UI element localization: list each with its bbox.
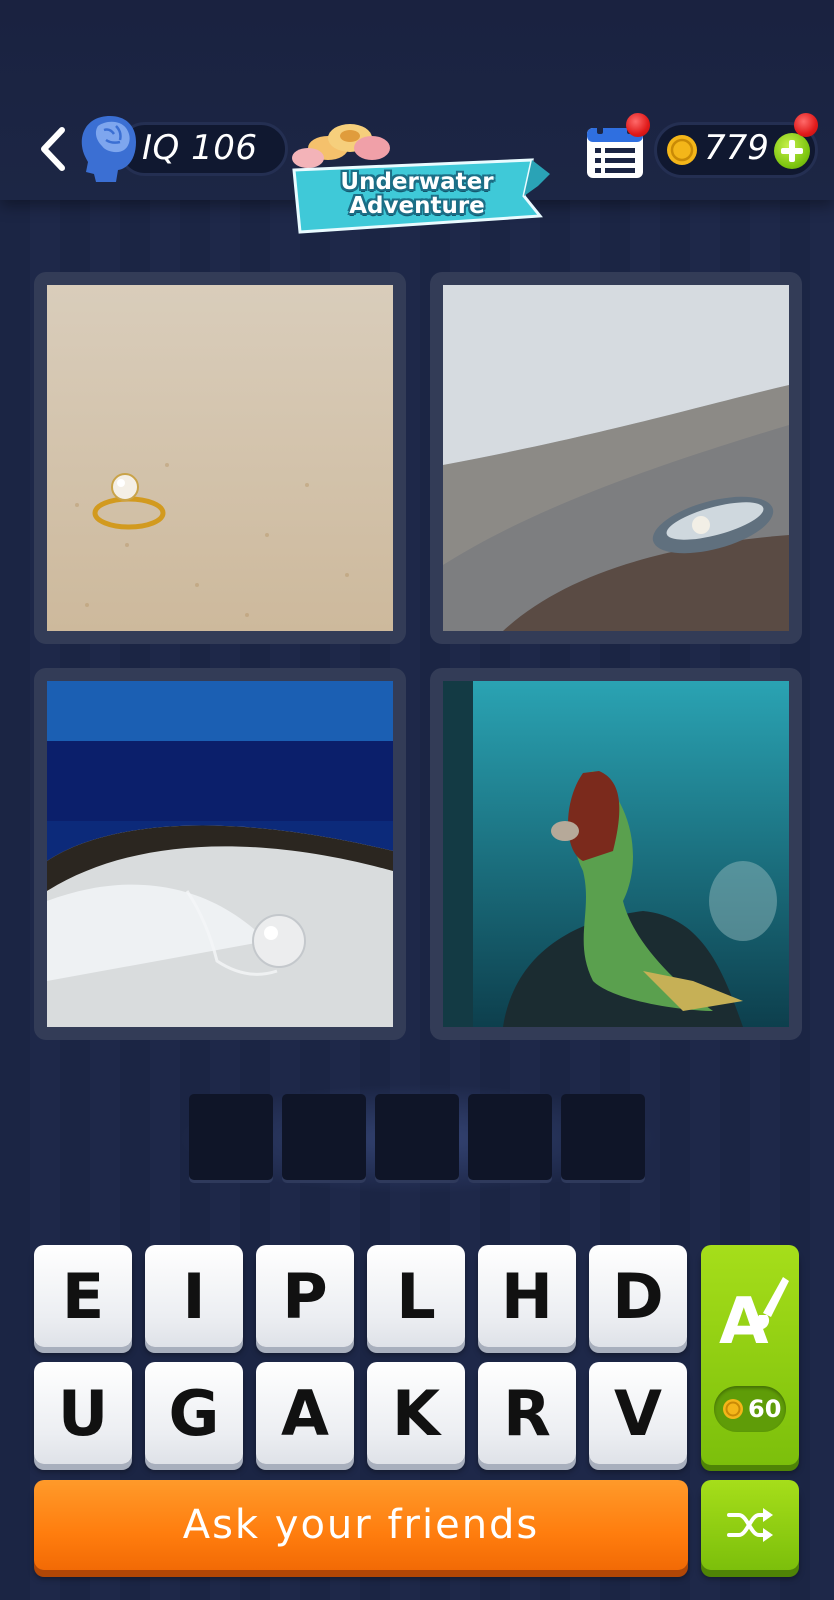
letter-key[interactable]: R — [478, 1362, 576, 1464]
answer-slot-1[interactable] — [189, 1094, 273, 1180]
shuffle-button[interactable] — [701, 1480, 799, 1570]
pearl-ring-image — [47, 285, 393, 631]
brain-head-icon — [76, 112, 140, 184]
back-button[interactable] — [34, 124, 74, 174]
puzzle-image-4[interactable] — [430, 668, 802, 1040]
puzzle-image-3[interactable] — [34, 668, 406, 1040]
letter-key[interactable]: H — [478, 1245, 576, 1347]
letter-key[interactable]: E — [34, 1245, 132, 1347]
level-title: Underwater Adventure — [340, 169, 494, 219]
pearl-splash-image — [47, 681, 393, 1027]
answer-slot-5[interactable] — [561, 1094, 645, 1180]
hint-cost: 60 — [748, 1395, 782, 1423]
add-coins-button[interactable] — [774, 133, 810, 169]
plus-icon — [781, 140, 803, 162]
puzzle-image-1[interactable] — [34, 272, 406, 644]
letter-key[interactable]: P — [256, 1245, 354, 1347]
letter-key[interactable]: K — [367, 1362, 465, 1464]
shuffle-icon — [727, 1508, 773, 1542]
coin-count: 779 — [704, 128, 769, 168]
answer-slot-3[interactable] — [375, 1094, 459, 1180]
letter-key[interactable]: V — [589, 1362, 687, 1464]
oyster-rock-image — [443, 285, 789, 631]
coin-icon — [723, 1399, 743, 1419]
reveal-letter-hint-button[interactable]: A — [701, 1245, 799, 1465]
answer-slot-4[interactable] — [468, 1094, 552, 1180]
mermaid-image — [443, 681, 789, 1027]
answer-slot-2[interactable] — [282, 1094, 366, 1180]
coin-icon — [666, 134, 698, 166]
iq-score: IQ 106 — [142, 128, 258, 168]
letter-key[interactable]: L — [367, 1245, 465, 1347]
letter-key[interactable]: G — [145, 1362, 243, 1464]
paint-letter-icon: A — [719, 1277, 789, 1359]
letter-key[interactable]: D — [589, 1245, 687, 1347]
back-arrow-icon — [41, 127, 65, 171]
ask-friends-button[interactable]: Ask your friends — [34, 1480, 688, 1570]
coins-notification-dot — [794, 113, 818, 137]
calendar-notification-dot — [626, 113, 650, 137]
puzzle-image-2[interactable] — [430, 272, 802, 644]
letter-key[interactable]: A — [256, 1362, 354, 1464]
letter-key[interactable]: I — [145, 1245, 243, 1347]
letter-key[interactable]: U — [34, 1362, 132, 1464]
